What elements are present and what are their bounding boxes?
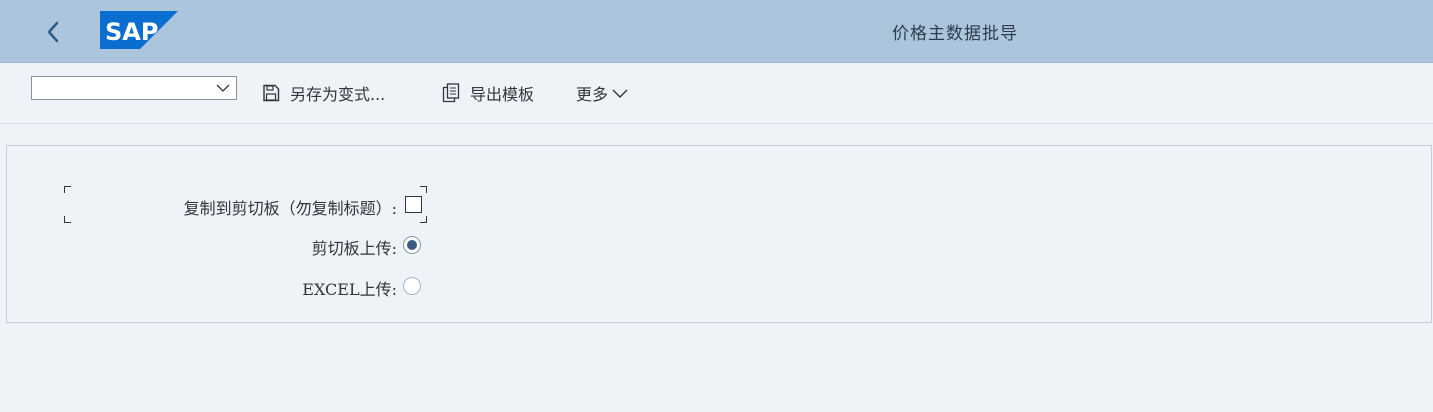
- shell-bar: SAP 价格主数据批导: [0, 0, 1433, 63]
- clipboard-upload-label: 剪切板上传:: [311, 239, 397, 258]
- sap-logo[interactable]: SAP: [100, 11, 178, 49]
- copy-to-clipboard-checkbox[interactable]: [405, 196, 422, 213]
- copy-to-clipboard-row: 复制到剪切板（勿复制标题）:: [7, 193, 427, 218]
- back-button[interactable]: [38, 17, 68, 47]
- more-button[interactable]: 更多: [576, 81, 628, 105]
- focus-corner-bottom-left: [64, 216, 71, 223]
- excel-upload-radio[interactable]: [403, 277, 421, 295]
- copy-to-clipboard-label: 复制到剪切板（勿复制标题）:: [183, 199, 397, 218]
- chevron-left-icon: [47, 21, 59, 43]
- focus-corner-top-left: [64, 186, 71, 193]
- save-as-variant-label: 另存为变式...: [290, 85, 386, 104]
- excel-upload-label: EXCEL上传:: [302, 280, 397, 299]
- copy-document-icon: [442, 83, 460, 103]
- focus-corner-bottom-right: [420, 216, 427, 223]
- variant-select[interactable]: [31, 76, 237, 100]
- upload-options-panel: 复制到剪切板（勿复制标题）: 剪切板上传: EXCEL上传:: [6, 145, 1432, 323]
- excel-upload-row: EXCEL上传:: [7, 274, 427, 299]
- floppy-disk-icon: [262, 84, 280, 102]
- export-template-button[interactable]: 导出模板: [442, 81, 534, 105]
- clipboard-upload-radio[interactable]: [403, 236, 421, 254]
- page-title: 价格主数据批导: [892, 24, 1018, 44]
- toolbar: 另存为变式... 导出模板 更多: [0, 63, 1433, 124]
- svg-text:SAP: SAP: [105, 18, 158, 46]
- chevron-down-icon: [612, 87, 628, 99]
- export-template-label: 导出模板: [470, 85, 535, 104]
- chevron-down-icon: [216, 80, 230, 99]
- save-as-variant-button[interactable]: 另存为变式...: [262, 81, 385, 105]
- clipboard-upload-row: 剪切板上传:: [7, 233, 427, 258]
- focus-corner-top-right: [420, 186, 427, 193]
- more-label: 更多: [576, 85, 609, 104]
